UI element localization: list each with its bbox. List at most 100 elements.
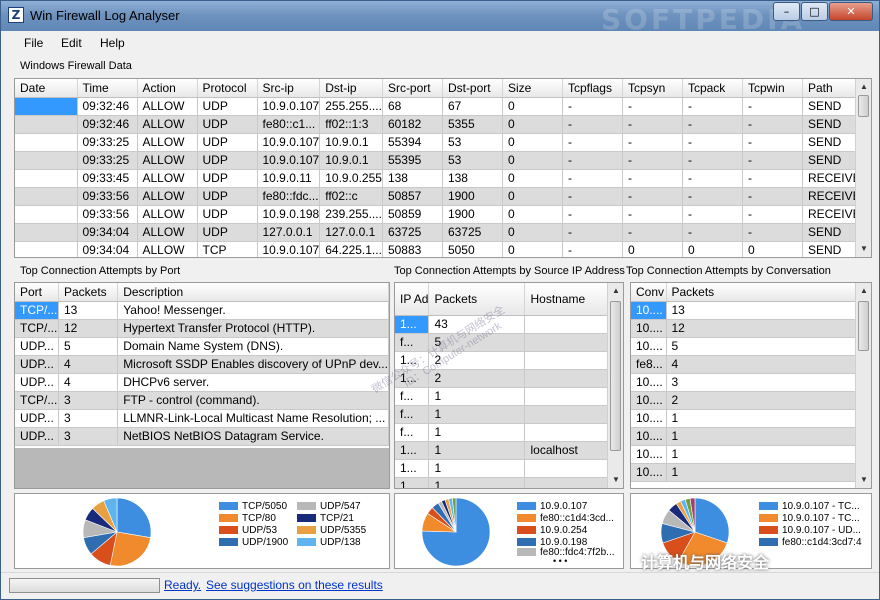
table-cell[interactable]: fe80::c1... <box>257 115 321 134</box>
table-cell[interactable]: ALLOW <box>137 205 198 224</box>
table-cell[interactable]: 10.... <box>631 319 667 338</box>
table-cell[interactable]: UDP... <box>15 427 59 446</box>
column-header-size[interactable]: Size <box>502 79 563 98</box>
table-cell[interactable] <box>15 151 78 170</box>
table-row[interactable]: 09:34:04 ALLOW UDP 127.0.0.1 127.0.0.1 63725 6… <box>15 223 862 242</box>
table-cell[interactable]: 1 <box>428 387 526 406</box>
column-header-src-port[interactable]: Src-port <box>382 79 443 98</box>
table-cell[interactable]: - <box>682 115 743 134</box>
table-cell[interactable]: SEND <box>802 115 862 134</box>
table-cell[interactable]: 10.... <box>631 445 667 464</box>
table-cell[interactable]: 0 <box>502 169 563 188</box>
table-cell[interactable]: 09:33:56 <box>77 205 138 224</box>
table-cell[interactable]: 5 <box>428 333 526 352</box>
column-header-tcpwin[interactable]: Tcpwin <box>742 79 803 98</box>
table-cell[interactable]: 5050 <box>442 241 503 257</box>
column-header-conv[interactable]: Conv <box>631 283 667 302</box>
table-cell[interactable]: - <box>562 223 623 242</box>
table-cell[interactable]: 43 <box>428 315 526 334</box>
column-header-packets[interactable]: Packets <box>58 283 119 302</box>
table-cell[interactable]: fe8... <box>631 355 667 374</box>
table-cell[interactable]: 13 <box>58 301 119 320</box>
table-cell[interactable]: UDP <box>197 205 258 224</box>
table-cell[interactable]: - <box>562 97 623 116</box>
scroll-thumb[interactable] <box>610 301 621 451</box>
table-cell[interactable]: 0 <box>682 241 743 257</box>
minimize-button[interactable]: – <box>773 2 800 21</box>
table-cell[interactable]: 3 <box>58 427 119 446</box>
table-cell[interactable]: Microsoft SSDP Enables discovery of UPnP… <box>117 355 389 374</box>
conv-scrollbar[interactable]: ▲ ▼ <box>855 283 871 488</box>
table-cell[interactable] <box>15 205 78 224</box>
table-cell[interactable]: 50883 <box>382 241 443 257</box>
table-cell[interactable] <box>15 115 78 134</box>
table-cell[interactable]: 1900 <box>442 187 503 206</box>
scroll-up-icon[interactable]: ▲ <box>856 79 871 95</box>
table-cell[interactable]: - <box>742 97 803 116</box>
table-row[interactable]: 10.... 1 <box>631 427 858 446</box>
table-row[interactable]: 10.... 1 <box>631 445 858 464</box>
table-cell[interactable]: Hypertext Transfer Protocol (HTTP). <box>117 319 389 338</box>
column-header-packets[interactable]: Packets <box>666 283 858 302</box>
table-cell[interactable] <box>15 133 78 152</box>
scroll-thumb[interactable] <box>858 95 869 117</box>
table-row[interactable]: 10.... 2 <box>631 391 858 410</box>
scroll-up-icon[interactable]: ▲ <box>856 283 871 299</box>
table-cell[interactable]: 63725 <box>382 223 443 242</box>
conv-grid[interactable]: Conv Packets 10.... 13 10.... 12 10.... 5 fe8..… <box>630 282 872 489</box>
table-cell[interactable]: 10.9.0.1 <box>319 151 383 170</box>
table-cell[interactable]: ff02::c <box>319 187 383 206</box>
table-cell[interactable]: TCP/... <box>15 391 59 410</box>
table-cell[interactable]: 1 <box>666 445 858 464</box>
table-cell[interactable]: 138 <box>442 169 503 188</box>
column-header-dst-ip[interactable]: Dst-ip <box>319 79 383 98</box>
column-header-port[interactable]: Port <box>15 283 59 302</box>
table-cell[interactable]: UDP... <box>15 409 59 428</box>
table-cell[interactable]: 10.9.0.198 <box>257 205 321 224</box>
scroll-down-icon[interactable]: ▼ <box>856 472 871 488</box>
table-cell[interactable]: 4 <box>58 373 119 392</box>
table-cell[interactable]: 1... <box>395 315 430 334</box>
table-cell[interactable]: UDP... <box>15 355 59 374</box>
table-cell[interactable]: 50857 <box>382 187 443 206</box>
table-row[interactable]: 1... 1 localhost <box>395 441 620 460</box>
table-row[interactable]: UDP... 3 NetBIOS NetBIOS Datagram Service. <box>15 427 389 446</box>
table-cell[interactable]: 13 <box>666 301 858 320</box>
table-cell[interactable]: 3 <box>58 409 119 428</box>
table-row[interactable]: f... 5 <box>395 333 620 352</box>
table-cell[interactable]: 10.9.0.107 <box>257 133 321 152</box>
table-cell[interactable]: 1... <box>395 351 430 370</box>
table-row[interactable]: 10.... 12 <box>631 319 858 338</box>
column-header-date[interactable]: Date <box>15 79 78 98</box>
table-cell[interactable]: 0 <box>502 97 563 116</box>
column-header-time[interactable]: Time <box>77 79 138 98</box>
table-cell[interactable]: UDP <box>197 187 258 206</box>
table-cell[interactable]: - <box>682 187 743 206</box>
table-cell[interactable]: 67 <box>442 97 503 116</box>
table-cell[interactable]: UDP <box>197 223 258 242</box>
table-cell[interactable]: SEND <box>802 97 862 116</box>
table-cell[interactable]: 2 <box>428 351 526 370</box>
column-header-ip-ad[interactable]: IP Ad <box>395 283 430 316</box>
table-row[interactable]: UDP... 4 DHCPv6 server. <box>15 373 389 392</box>
table-cell[interactable]: 0 <box>502 151 563 170</box>
table-cell[interactable]: RECEIVE <box>802 187 862 206</box>
table-cell[interactable]: LLMNR-Link-Local Multicast Name Resoluti… <box>117 409 389 428</box>
table-cell[interactable]: 55394 <box>382 133 443 152</box>
table-cell[interactable] <box>524 351 620 370</box>
table-cell[interactable]: 12 <box>58 319 119 338</box>
table-cell[interactable]: - <box>682 97 743 116</box>
table-cell[interactable]: 10.... <box>631 301 667 320</box>
close-button[interactable]: ✕ <box>829 2 873 21</box>
table-cell[interactable]: 1... <box>395 369 430 388</box>
table-cell[interactable]: 0 <box>502 205 563 224</box>
table-cell[interactable]: ALLOW <box>137 223 198 242</box>
table-cell[interactable]: - <box>562 151 623 170</box>
table-cell[interactable]: 09:33:56 <box>77 187 138 206</box>
table-cell[interactable]: 5 <box>58 337 119 356</box>
table-cell[interactable]: 1 <box>428 441 526 460</box>
table-cell[interactable] <box>15 223 78 242</box>
table-cell[interactable]: 10.... <box>631 409 667 428</box>
table-row[interactable]: 09:32:46 ALLOW UDP 10.9.0.107 255.255.... 68 6… <box>15 97 862 116</box>
table-cell[interactable]: UDP <box>197 115 258 134</box>
